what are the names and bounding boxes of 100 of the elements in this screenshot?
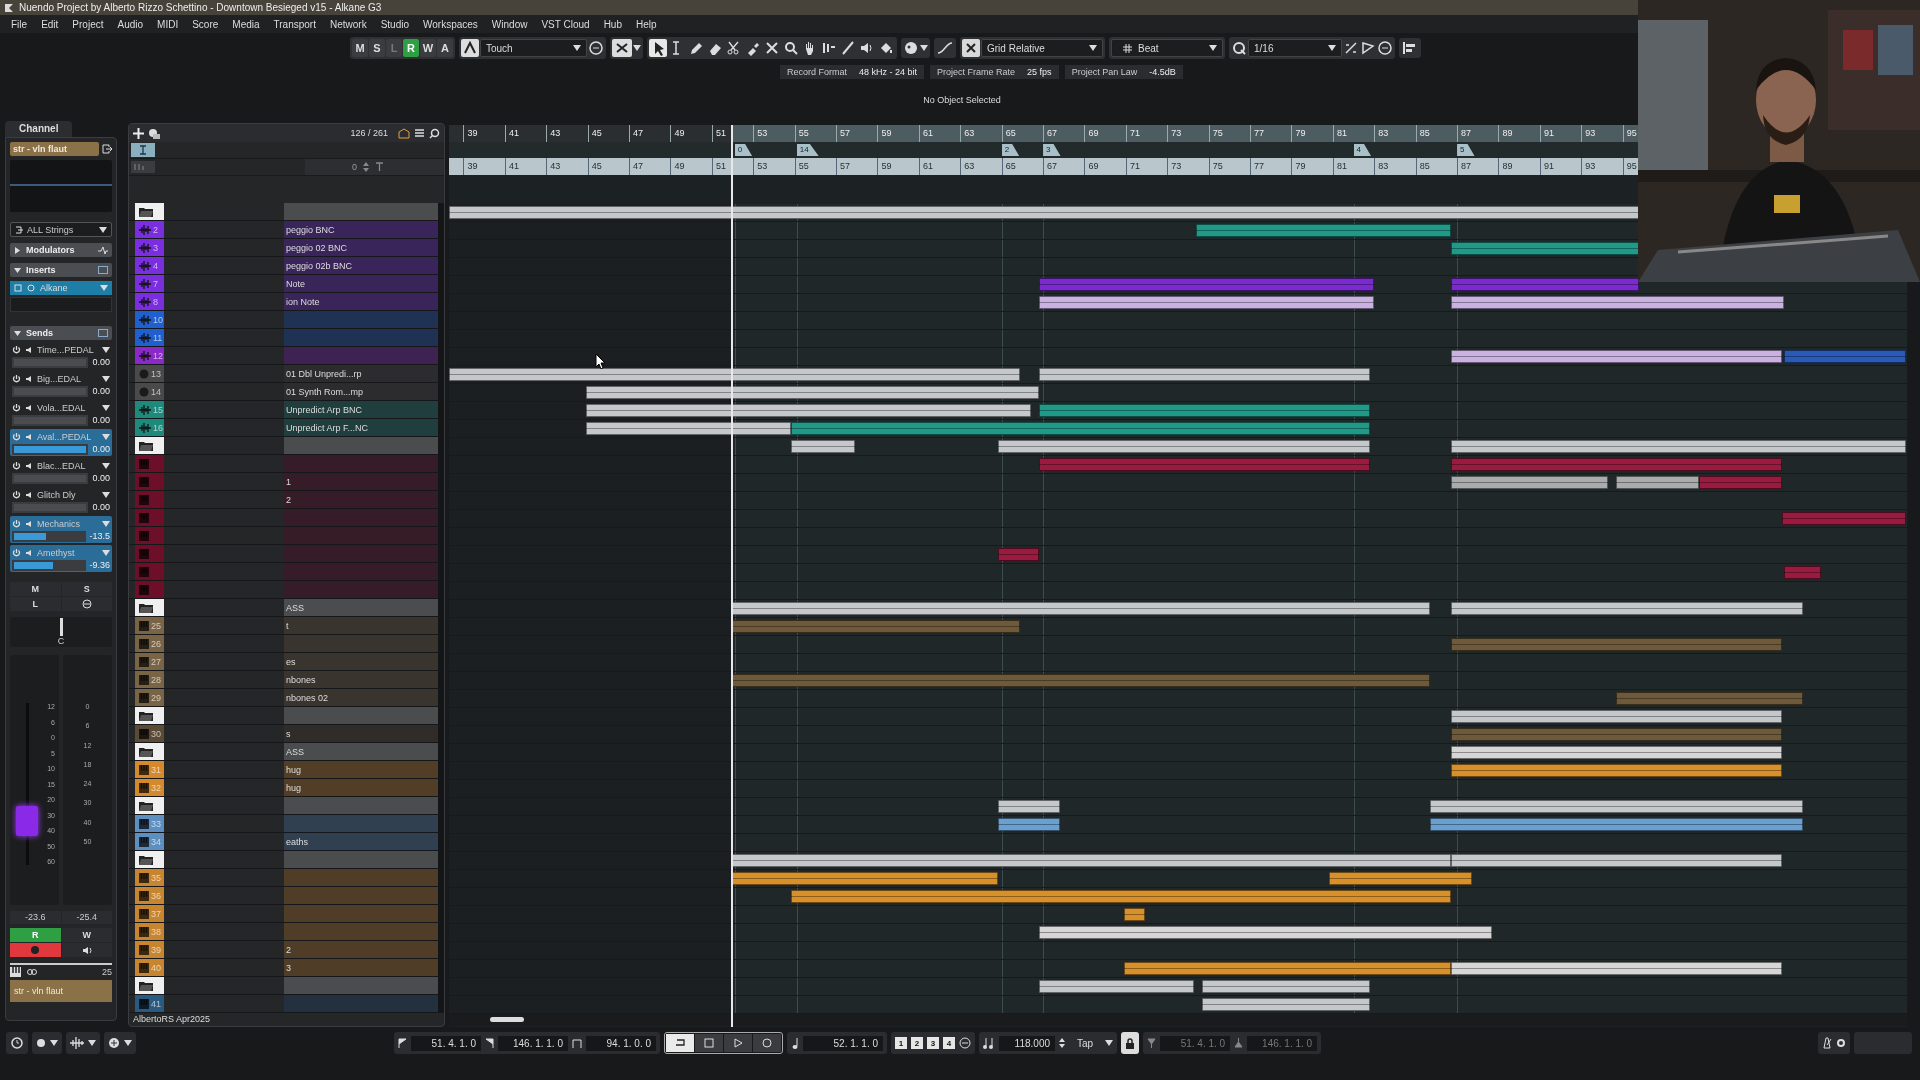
- visibility-icon[interactable]: [398, 127, 410, 139]
- event-clip[interactable]: [1450, 962, 1783, 975]
- event-clip[interactable]: [1450, 278, 1640, 291]
- automation-button[interactable]: W: [420, 39, 436, 57]
- automation-mode-dropdown[interactable]: Touch: [480, 39, 587, 57]
- event-clip[interactable]: [1038, 296, 1375, 309]
- channel-button[interactable]: L: [10, 597, 61, 611]
- range-length-icon[interactable]: [572, 1038, 582, 1048]
- apply-quantize-icon[interactable]: [1360, 40, 1376, 56]
- send-slot[interactable]: Amethyst -9.36: [10, 545, 112, 572]
- menu-item[interactable]: VST Cloud: [534, 18, 597, 30]
- fader-handle[interactable]: [16, 806, 38, 837]
- event-clip[interactable]: [1450, 710, 1783, 723]
- track-header[interactable]: [129, 455, 444, 473]
- track-header[interactable]: [129, 509, 444, 527]
- power-icon[interactable]: [12, 345, 21, 354]
- event-clip[interactable]: [1699, 476, 1783, 489]
- folder-icon[interactable]: [139, 602, 153, 613]
- marker[interactable]: 3: [1043, 144, 1061, 156]
- track-header[interactable]: [129, 527, 444, 545]
- event-clip[interactable]: [1328, 872, 1472, 885]
- track-header[interactable]: 4 peggio 02b BNC: [129, 257, 444, 275]
- channel-button[interactable]: M: [10, 582, 61, 596]
- power-icon[interactable]: [12, 374, 21, 383]
- folder-icon[interactable]: [139, 440, 153, 451]
- event-clip[interactable]: [790, 422, 1371, 435]
- curve-icon[interactable]: [936, 40, 954, 56]
- track-header[interactable]: 7 Note: [129, 275, 444, 293]
- quantize-icon[interactable]: [1231, 40, 1247, 56]
- marker[interactable]: 5: [1457, 144, 1475, 156]
- event-clip[interactable]: [1616, 692, 1803, 705]
- event-clip[interactable]: [997, 548, 1039, 561]
- event-clip[interactable]: [1038, 278, 1375, 291]
- folder-track[interactable]: [129, 797, 444, 815]
- event-clip[interactable]: [997, 440, 1371, 453]
- preset-button[interactable]: 3: [927, 1037, 939, 1049]
- event-clip[interactable]: [585, 422, 791, 435]
- folder-icon[interactable]: [139, 746, 153, 757]
- track-header[interactable]: 16 Unpredict Arp F...NC: [129, 419, 444, 437]
- menu-item[interactable]: Studio: [373, 18, 416, 30]
- stop-button[interactable]: [695, 1034, 723, 1052]
- preset-button[interactable]: 1: [895, 1037, 907, 1049]
- record-button[interactable]: [10, 943, 61, 957]
- track-header[interactable]: 27 es: [129, 653, 444, 671]
- caret-icon[interactable]: [633, 45, 641, 51]
- left-locator-icon[interactable]: [398, 1038, 407, 1048]
- track-header[interactable]: 29 nbones 02: [129, 689, 444, 707]
- iterative-quantize-icon[interactable]: [1343, 40, 1359, 56]
- automation-icon[interactable]: [461, 39, 479, 57]
- lock-icon[interactable]: [1125, 1037, 1136, 1049]
- track-header[interactable]: 2: [129, 491, 444, 509]
- track-preset-icon[interactable]: [148, 127, 160, 139]
- insert-slot[interactable]: Alkane: [10, 281, 112, 295]
- menu-item[interactable]: Workspaces: [416, 18, 485, 30]
- menu-item[interactable]: Media: [225, 18, 267, 30]
- right-locator-icon[interactable]: [485, 1038, 494, 1048]
- marker[interactable]: 2: [1001, 144, 1020, 156]
- expand-triangle-icon[interactable]: [14, 266, 21, 274]
- position-field[interactable]: 52. 1. 1. 0: [803, 1035, 883, 1051]
- edit-icon[interactable]: [959, 1037, 971, 1049]
- speaker-icon[interactable]: [25, 461, 33, 470]
- pencil-icon[interactable]: [688, 40, 704, 56]
- link-icon[interactable]: [27, 969, 37, 975]
- caret-icon[interactable]: [1105, 1040, 1114, 1046]
- track-header[interactable]: [129, 563, 444, 581]
- event-clip[interactable]: [1450, 242, 1640, 255]
- caret-icon[interactable]: [573, 45, 581, 51]
- playhead[interactable]: [730, 125, 733, 1027]
- menu-item[interactable]: File: [4, 18, 35, 30]
- list-icon[interactable]: [414, 127, 425, 139]
- event-clip[interactable]: [1784, 350, 1907, 363]
- event-clip[interactable]: [730, 674, 1431, 687]
- track-header[interactable]: 31 hug: [129, 761, 444, 779]
- cycle-button[interactable]: [666, 1034, 694, 1052]
- caret-icon[interactable]: [1209, 45, 1217, 51]
- track-header[interactable]: 1: [129, 473, 444, 491]
- folder-track[interactable]: ASS: [129, 743, 444, 761]
- event-clip[interactable]: [1450, 764, 1783, 777]
- event-clip[interactable]: [1038, 404, 1371, 417]
- track-header[interactable]: [129, 545, 444, 563]
- event-clip[interactable]: [1202, 998, 1371, 1011]
- zoom-icon[interactable]: [783, 40, 799, 56]
- event-clip[interactable]: [1430, 818, 1803, 831]
- event-clip[interactable]: [997, 800, 1060, 813]
- folder-icon[interactable]: [139, 206, 153, 217]
- punch-out-field[interactable]: 146. 1. 1. 0: [1247, 1035, 1318, 1051]
- power-icon[interactable]: [12, 403, 21, 412]
- right-locator-field[interactable]: 146. 1. 1. 0: [498, 1035, 568, 1051]
- settings-icon[interactable]: [1836, 1038, 1846, 1048]
- event-clip[interactable]: [1196, 224, 1451, 237]
- track-header[interactable]: 25 t: [129, 617, 444, 635]
- caret-icon[interactable]: [920, 45, 928, 51]
- menu-item[interactable]: Hub: [596, 18, 629, 30]
- caret-icon[interactable]: [1089, 45, 1097, 51]
- track-header[interactable]: 26: [129, 635, 444, 653]
- track-header[interactable]: 12: [129, 347, 444, 365]
- range-length-field[interactable]: 94. 1. 0. 0: [586, 1035, 656, 1051]
- track-header[interactable]: 8 ion Note: [129, 293, 444, 311]
- track-header[interactable]: 28 nbones: [129, 671, 444, 689]
- play-button[interactable]: [724, 1034, 752, 1052]
